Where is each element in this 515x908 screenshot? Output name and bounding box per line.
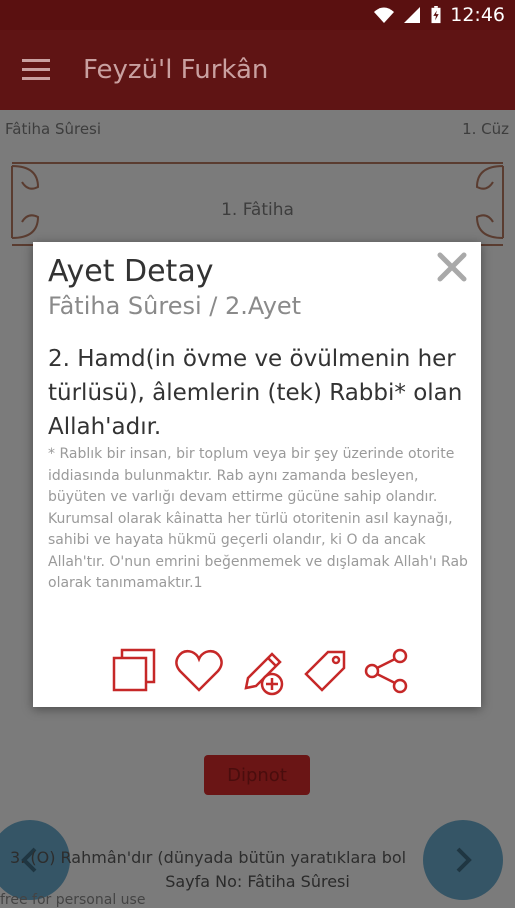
page-number-footer: Sayfa No: Fâtiha Sûresi (165, 872, 350, 891)
share-icon[interactable] (360, 644, 414, 698)
battery-icon (431, 6, 441, 24)
hamburger-icon[interactable] (22, 59, 50, 81)
verse-detail-dialog: Ayet Detay Fâtiha Sûresi / 2.Ayet 2. Ham… (33, 242, 481, 707)
dialog-title: Ayet Detay (48, 254, 214, 289)
add-note-icon[interactable] (236, 644, 290, 698)
verse-footnote: * Rablık bir insan, bir toplum veya bir … (48, 446, 468, 591)
sura-label: Fâtiha Sûresi (5, 120, 102, 138)
tag-icon[interactable] (298, 644, 352, 698)
signal-icon (404, 7, 421, 23)
app-bar: Feyzü'l Furkân (0, 30, 515, 110)
heart-icon[interactable] (172, 644, 226, 698)
dialog-actions (108, 644, 408, 700)
chevron-right-icon (456, 847, 472, 873)
cuz-label: 1. Cüz (462, 120, 509, 138)
clock: 12:46 (450, 4, 505, 26)
dialog-subtitle: Fâtiha Sûresi / 2.Ayet (48, 292, 302, 320)
next-verse-peek: 3. (O) Rahmân'dır (dünyada bütün yaratık… (10, 848, 407, 867)
verse-text: 2. Hamd(in övme ve övülmenin her türlüsü… (48, 346, 463, 440)
dipnot-button[interactable]: Dipnot (204, 755, 310, 795)
sura-frame-title: 1. Fâtiha (221, 200, 294, 220)
status-bar: 12:46 (0, 0, 515, 30)
app-title: Feyzü'l Furkân (83, 55, 269, 85)
copy-icon[interactable] (108, 644, 162, 698)
wifi-icon (374, 7, 395, 23)
watermark-text: free for personal use (0, 892, 146, 908)
close-icon[interactable] (435, 250, 469, 284)
